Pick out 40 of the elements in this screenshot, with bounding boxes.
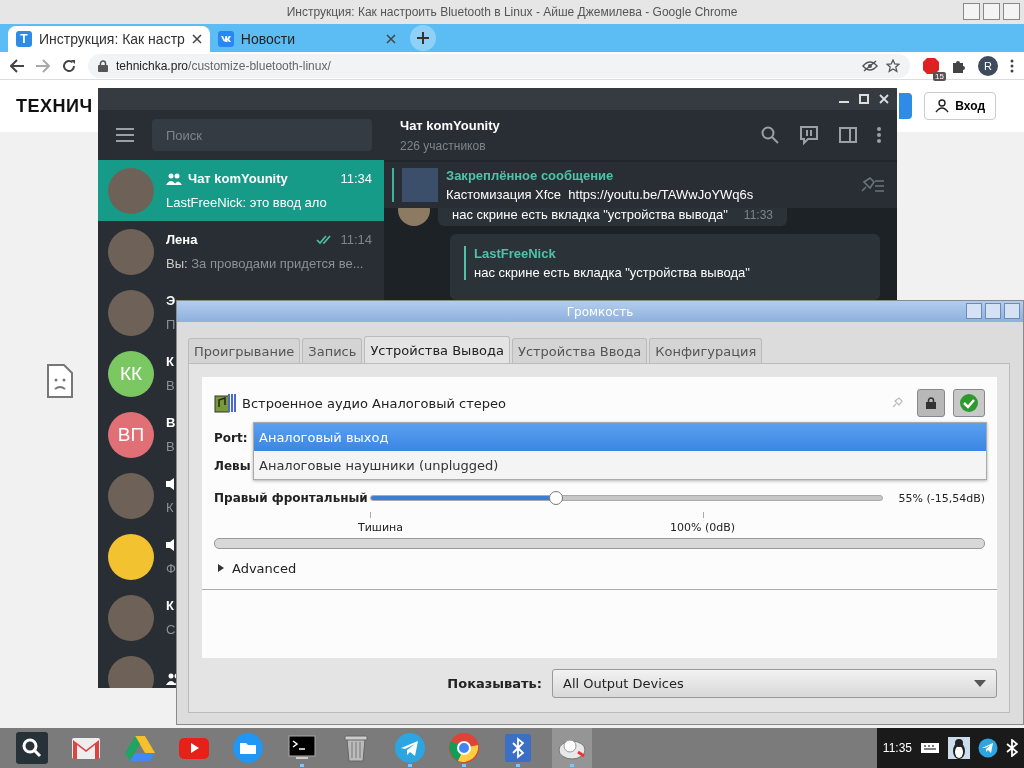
quote-text: нас скрине есть вкладка "устройства вывода" (474, 265, 751, 280)
field-label: Показывать: (447, 676, 542, 691)
chat-preview: В (166, 438, 175, 455)
message-time: 11:33 (743, 208, 773, 222)
favicon: T (16, 31, 32, 47)
chat-preview: В (166, 377, 175, 394)
chat-time: 11:14 (340, 232, 372, 247)
chat-name: К (166, 598, 174, 613)
chat-name: Лена (166, 232, 198, 247)
chat-name: В (166, 415, 176, 430)
chat-preview: П (166, 316, 176, 333)
chat-name: Э (166, 293, 176, 308)
count-badge: 15 (933, 71, 946, 81)
scale-label: Тишина (358, 521, 403, 534)
member-count: 226 участников (400, 138, 487, 153)
scale-label: 100% (0dB) (670, 521, 736, 534)
chat-preview: С (166, 621, 176, 638)
quote-author: LastFreeNick (474, 246, 557, 261)
window-title: Инструкция: Как настроить Bluetooth в Linux - Айше Джемилева - Google Chrome (286, 5, 738, 19)
pinned-title: Закреплённое сообщение (446, 168, 615, 183)
volume-reading: 55% (-15,54dB) (897, 491, 985, 505)
chat-preview: К (166, 499, 174, 516)
site-logo: ТЕХНИЧ (16, 95, 93, 117)
channel-label: Левы (214, 459, 251, 473)
chat-time: 11:34 (340, 171, 372, 186)
field-label: Port: (214, 431, 248, 445)
avatar-initials: КК (108, 350, 154, 397)
chat-name: К (166, 354, 174, 369)
message-text: нас скрине есть вкладка "устройства вывода" (452, 208, 728, 222)
channel-label: Правый фронтальный (214, 491, 369, 505)
chat-preview: Вы: За проводами придется ве... (166, 255, 364, 272)
pinned-text: Кастомизация Xfce https://youtu.be/TAWwJoYWq6s (446, 187, 755, 202)
chat-name: Чат komYounity (188, 171, 288, 186)
window-title: Громкость (566, 304, 634, 319)
avatar-initials: ВП (108, 411, 154, 458)
chat-title: Чат komYounity (400, 117, 501, 133)
clock: 11:35 (882, 741, 912, 755)
chat-preview: Ф (166, 560, 176, 577)
chat-preview: LastFreeNick: это ввод ало (166, 194, 327, 211)
device-name: Встроенное аудио Аналоговый стерео (242, 395, 506, 411)
